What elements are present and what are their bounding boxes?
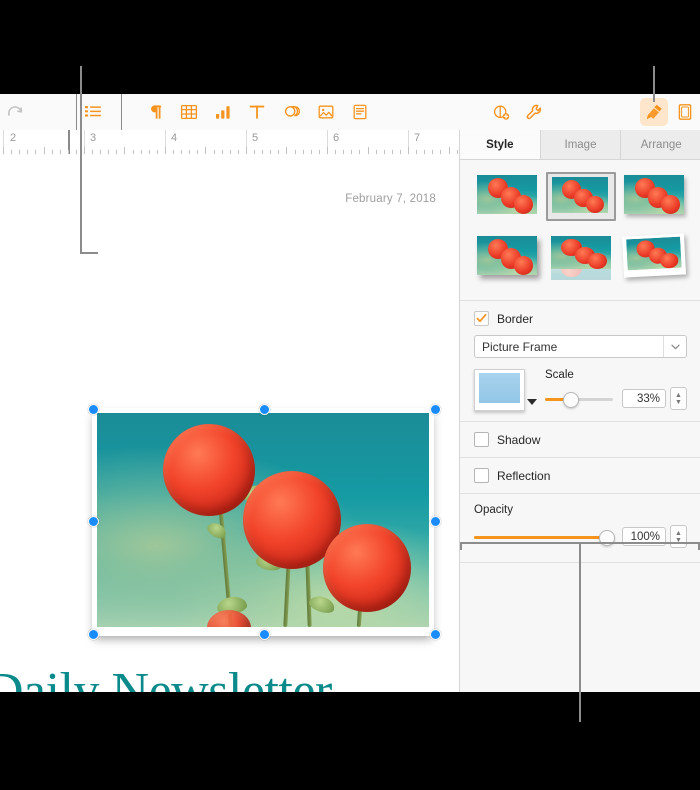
tab-style[interactable]: Style — [460, 130, 541, 159]
style-preset-row-2 — [474, 233, 687, 280]
selection-handle-tc[interactable] — [259, 404, 270, 415]
style-preset-reflection[interactable] — [548, 233, 614, 280]
tab-image[interactable]: Image — [541, 130, 622, 159]
opacity-label: Opacity — [474, 504, 513, 516]
reflection-section: Reflection — [460, 458, 700, 493]
scale-slider[interactable] — [545, 391, 613, 408]
callout-line-bottom-vertical — [579, 544, 581, 722]
ruler[interactable]: 2 3 4 5 6 7 — [0, 130, 459, 155]
shape-icon[interactable] — [279, 99, 305, 125]
inspector-tabs: Style Image Arrange — [460, 130, 700, 160]
border-checkbox[interactable] — [474, 311, 489, 326]
style-preset-row-1 — [474, 172, 687, 221]
opacity-stepper[interactable]: ▲ ▼ — [670, 525, 687, 548]
selection-handle-bl[interactable] — [88, 629, 99, 640]
chevron-down-icon[interactable] — [663, 336, 686, 357]
format-icon[interactable] — [640, 98, 668, 126]
scale-value-field[interactable]: 33% — [622, 389, 666, 408]
selection-handle-ml[interactable] — [88, 516, 99, 527]
selection-handle-br[interactable] — [430, 629, 441, 640]
tools-icon[interactable] — [521, 99, 547, 125]
ruler-number: 2 — [10, 132, 17, 144]
style-preset-plain[interactable] — [474, 172, 540, 217]
style-preset-gray-frame[interactable] — [545, 172, 616, 221]
reflection-checkbox-row[interactable]: Reflection — [474, 468, 687, 483]
scale-slider-knob[interactable] — [562, 391, 579, 408]
style-preset-drop-shadow[interactable] — [474, 233, 540, 278]
shadow-checkbox[interactable] — [474, 432, 489, 447]
border-color-swatch[interactable] — [474, 369, 525, 411]
style-thumbnail-reflection — [550, 269, 611, 280]
style-preset-soft-shadow[interactable] — [621, 172, 687, 217]
shadow-checkbox-row[interactable]: Shadow — [474, 432, 687, 447]
scale-stepper[interactable]: ▲ ▼ — [670, 387, 687, 410]
style-thumbnail — [477, 236, 537, 275]
selection-handle-tr[interactable] — [430, 404, 441, 415]
table-icon[interactable] — [176, 99, 202, 125]
text-icon[interactable] — [244, 99, 270, 125]
image-photo-dahlias — [97, 413, 429, 627]
media-icon[interactable] — [313, 99, 339, 125]
toolbar — [0, 94, 700, 131]
list-view-icon[interactable] — [80, 99, 106, 125]
scale-label: Scale — [545, 369, 574, 381]
shadow-section: Shadow — [460, 422, 700, 457]
document-date: February 7, 2018 — [345, 193, 436, 205]
style-preset-tilted-frame[interactable] — [621, 233, 687, 278]
collaborate-icon[interactable] — [488, 99, 514, 125]
callout-line-left-horizontal — [80, 252, 98, 254]
border-section: Border Picture Frame Scale 33% ▲ ▼ — [460, 301, 700, 421]
tab-arrange[interactable]: Arrange — [621, 130, 700, 159]
image-style-presets — [460, 160, 700, 300]
screenshot-root: getselected. — [0, 0, 700, 790]
style-thumbnail — [550, 236, 611, 269]
comment-icon[interactable] — [347, 99, 373, 125]
selection-handle-mr[interactable] — [430, 516, 441, 527]
reflection-label: Reflection — [497, 468, 551, 483]
document-canvas[interactable]: February 7, 2018 Daily Newsletter — [0, 154, 459, 692]
ruler-number: 7 — [414, 132, 421, 144]
border-label: Border — [497, 311, 534, 326]
document-headline[interactable]: Daily Newsletter — [0, 662, 332, 692]
ruler-number: 3 — [90, 132, 97, 144]
redo-icon[interactable] — [2, 99, 28, 125]
border-style-value: Picture Frame — [482, 339, 558, 354]
reflection-checkbox[interactable] — [474, 468, 489, 483]
border-swatch-popup-arrow[interactable] — [527, 399, 537, 405]
style-thumbnail-frame — [621, 233, 687, 278]
style-thumbnail — [624, 175, 684, 214]
callout-line-left-vertical — [80, 66, 82, 254]
ruler-number: 5 — [252, 132, 259, 144]
style-thumbnail — [551, 177, 608, 213]
callout-bracket-left-tick — [460, 542, 462, 550]
selection-handle-tl[interactable] — [88, 404, 99, 415]
shadow-label: Shadow — [497, 432, 541, 447]
app-window: getselected. — [0, 94, 700, 692]
callout-line-right-vertical — [653, 66, 655, 102]
border-style-select[interactable]: Picture Frame — [474, 335, 687, 358]
ruler-number: 6 — [333, 132, 340, 144]
document-icon[interactable] — [672, 99, 698, 125]
border-checkbox-row[interactable]: Border — [474, 311, 687, 326]
selected-image[interactable] — [88, 404, 441, 640]
chart-icon[interactable] — [210, 99, 236, 125]
paragraph-icon[interactable] — [143, 99, 169, 125]
ruler-number: 4 — [171, 132, 178, 144]
style-thumbnail — [477, 175, 537, 214]
selection-handle-bc[interactable] — [259, 629, 270, 640]
